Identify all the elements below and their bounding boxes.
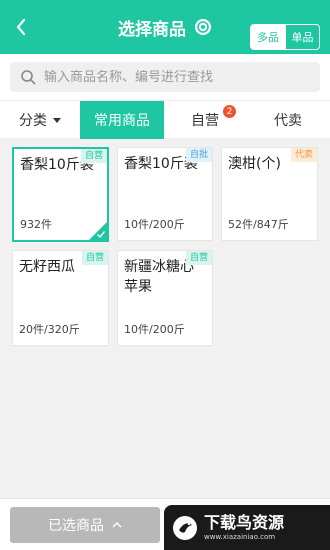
tab-self-operated[interactable]: 自营 2 bbox=[164, 101, 246, 139]
product-tag: 自营 bbox=[185, 251, 212, 265]
tab-category[interactable]: 分类 bbox=[0, 101, 80, 139]
tab-self-label: 自营 bbox=[191, 113, 219, 129]
product-tag: 自营 bbox=[80, 149, 107, 163]
product-quantity: 20件/320斤 bbox=[19, 323, 80, 336]
caret-down-icon bbox=[53, 117, 61, 123]
product-quantity: 52件/847斤 bbox=[228, 218, 289, 231]
mode-single-button[interactable]: 单品 bbox=[285, 25, 319, 49]
product-tag: 自营 bbox=[81, 251, 108, 265]
product-card[interactable]: 新疆冰糖心苹果 自营 10件/200斤 bbox=[117, 250, 213, 346]
search-icon bbox=[20, 69, 36, 85]
tab-common-products[interactable]: 常用商品 bbox=[80, 101, 164, 139]
check-icon bbox=[96, 229, 106, 239]
search-box bbox=[10, 62, 320, 92]
tab-category-label: 分类 bbox=[19, 113, 47, 129]
watermark-url: www.xiazainiao.com bbox=[204, 532, 276, 541]
product-tag: 自批 bbox=[185, 148, 212, 162]
chevron-up-icon bbox=[112, 520, 122, 530]
bird-logo-icon bbox=[172, 515, 198, 541]
product-card[interactable]: 无籽西瓜 自营 20件/320斤 bbox=[12, 250, 109, 346]
mode-toggle: 多品 单品 bbox=[250, 24, 320, 50]
tab-bar: 分类 常用商品 自营 2 代卖 bbox=[0, 100, 330, 139]
page-title: 选择商品 bbox=[118, 19, 186, 40]
product-card[interactable]: 香梨10斤装 自营 932件 bbox=[12, 147, 109, 242]
tab-consignment[interactable]: 代卖 bbox=[246, 101, 330, 139]
mode-multi-button[interactable]: 多品 bbox=[251, 25, 285, 49]
gear-icon[interactable] bbox=[194, 18, 212, 36]
product-quantity: 10件/200斤 bbox=[124, 323, 185, 336]
watermark-title: 下载鸟资源 bbox=[204, 512, 285, 532]
back-button[interactable] bbox=[6, 12, 36, 42]
selected-products-button[interactable]: 已选商品 bbox=[10, 507, 160, 543]
watermark: 下载鸟资源 www.xiazainiao.com bbox=[164, 505, 330, 550]
product-quantity: 932件 bbox=[20, 218, 52, 231]
product-tag: 代卖 bbox=[290, 148, 317, 162]
product-quantity: 10件/200斤 bbox=[124, 218, 185, 231]
product-card[interactable]: 香梨10斤装 自批 10件/200斤 bbox=[117, 147, 213, 241]
self-count-badge: 2 bbox=[223, 105, 236, 118]
search-area bbox=[0, 54, 330, 100]
search-input[interactable] bbox=[44, 69, 304, 85]
product-card[interactable]: 澳柑(个) 代卖 52件/847斤 bbox=[221, 147, 318, 241]
header-bar: 选择商品 多品 单品 bbox=[0, 0, 330, 54]
chevron-left-icon bbox=[16, 18, 26, 36]
selected-products-label: 已选商品 bbox=[48, 518, 104, 534]
